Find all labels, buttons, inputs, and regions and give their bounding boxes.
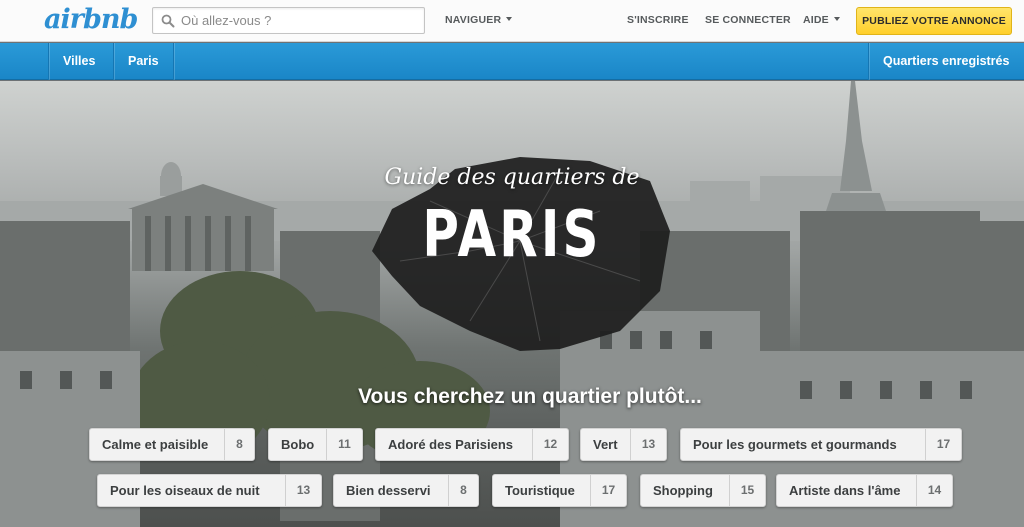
browse-label: NAVIGUER <box>445 14 502 26</box>
tag-count: 11 <box>326 429 362 460</box>
tag-touristique[interactable]: Touristique 17 <box>492 474 627 507</box>
tag-count: 13 <box>285 475 321 506</box>
help-menu[interactable]: AIDE <box>803 14 840 26</box>
divider <box>48 43 49 80</box>
airbnb-logo[interactable]: airbnb <box>44 4 138 35</box>
help-label: AIDE <box>803 14 829 26</box>
divider <box>113 43 114 80</box>
tag-adore-des-parisiens[interactable]: Adoré des Parisiens 12 <box>375 428 569 461</box>
login-link[interactable]: SE CONNECTER <box>705 14 791 26</box>
tag-count: 12 <box>532 429 568 460</box>
tag-shopping[interactable]: Shopping 15 <box>640 474 766 507</box>
search-box[interactable] <box>152 7 425 34</box>
caret-down-icon <box>833 17 840 21</box>
tag-label: Pour les oiseaux de nuit <box>110 483 260 498</box>
tag-label: Bobo <box>281 437 315 452</box>
tag-count: 17 <box>590 475 626 506</box>
tag-count: 17 <box>925 429 961 460</box>
tag-label: Calme et paisible <box>102 437 209 452</box>
hero-title: PARIS <box>422 198 602 272</box>
hero-banner: Guide des quartiers de PARIS Vous cherch… <box>0 81 1024 527</box>
hero-question: Vous cherchez un quartier plutôt... <box>358 385 702 408</box>
tag-count: 13 <box>630 429 666 460</box>
tag-count: 8 <box>224 429 254 460</box>
browse-menu[interactable]: NAVIGUER <box>445 14 513 26</box>
tag-calme-et-paisible[interactable]: Calme et paisible 8 <box>89 428 255 461</box>
tag-count: 15 <box>729 475 765 506</box>
tag-oiseaux-de-nuit[interactable]: Pour les oiseaux de nuit 13 <box>97 474 322 507</box>
top-header: airbnb NAVIGUER S'INSCRIRE SE CONNECTER … <box>0 0 1024 42</box>
search-icon <box>161 14 175 28</box>
breadcrumb-villes[interactable]: Villes <box>50 43 108 80</box>
tag-artiste-dans-l-ame[interactable]: Artiste dans l'âme 14 <box>776 474 953 507</box>
publish-listing-button[interactable]: PUBLIEZ VOTRE ANNONCE <box>856 7 1012 35</box>
tag-label: Shopping <box>653 483 713 498</box>
tag-gourmets-et-gourmands[interactable]: Pour les gourmets et gourmands 17 <box>680 428 962 461</box>
tag-label: Pour les gourmets et gourmands <box>693 437 897 452</box>
search-input[interactable] <box>181 10 421 31</box>
tag-label: Bien desservi <box>346 483 431 498</box>
saved-neighborhoods-link[interactable]: Quartiers enregistrés <box>870 43 1022 80</box>
caret-down-icon <box>506 17 513 21</box>
breadcrumb-bar: Villes Paris Quartiers enregistrés <box>0 43 1024 80</box>
tag-count: 8 <box>448 475 478 506</box>
tag-bobo[interactable]: Bobo 11 <box>268 428 363 461</box>
tag-label: Adoré des Parisiens <box>388 437 513 452</box>
tag-label: Artiste dans l'âme <box>789 483 901 498</box>
tag-bien-desservi[interactable]: Bien desservi 8 <box>333 474 479 507</box>
tag-label: Touristique <box>505 483 575 498</box>
tag-vert[interactable]: Vert 13 <box>580 428 667 461</box>
divider <box>868 43 869 80</box>
divider <box>173 43 174 80</box>
hero-subtitle: Guide des quartiers de <box>384 165 640 190</box>
signup-link[interactable]: S'INSCRIRE <box>627 14 689 26</box>
breadcrumb-paris[interactable]: Paris <box>115 43 172 80</box>
tag-label: Vert <box>593 437 618 452</box>
tag-count: 14 <box>916 475 952 506</box>
